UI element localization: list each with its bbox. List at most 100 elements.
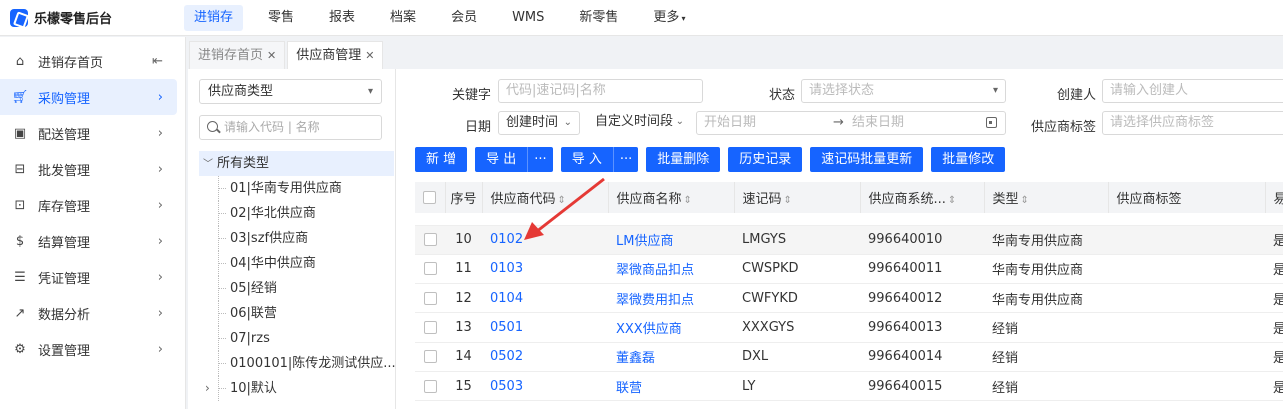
col-header-type[interactable]: 类型 ⇕ — [984, 182, 1109, 213]
sidebar-item-settings[interactable]: ⚙ 设置管理 › — [0, 331, 177, 367]
chevron-down-icon[interactable]: ﹀ — [203, 152, 217, 177]
col-header-name[interactable]: 供应商名称 ⇕ — [608, 182, 735, 213]
wholesale-icon: ⊟ — [14, 161, 26, 177]
sidebar-item-purchase[interactable]: 🛒︎ 采购管理 › — [0, 79, 177, 115]
cell-name-link[interactable]: 董鑫磊 — [616, 351, 655, 366]
sort-icon[interactable]: ⇕ — [948, 195, 956, 206]
select-all-checkbox[interactable] — [423, 191, 437, 204]
cell-code-link[interactable]: 0503 — [490, 379, 523, 394]
table-row[interactable]: 11 0103 翠微商品扣点 CWSPKD996640011华南专用供应商 是 — [415, 254, 1283, 285]
select-all-checkbox-cell[interactable] — [415, 182, 446, 213]
sort-icon[interactable]: ⇕ — [558, 195, 566, 206]
tree-node-default[interactable]: › 10|默认 — [205, 376, 396, 401]
row-checkbox-cell[interactable] — [415, 225, 445, 255]
sort-icon[interactable]: ⇕ — [1021, 195, 1029, 206]
tree-search-input[interactable]: 请输入代码 | 名称 — [199, 115, 382, 140]
nav-item-inventory[interactable]: 进销存 — [184, 4, 244, 31]
tree-node-all-types[interactable]: ﹀ 所有类型 — [199, 151, 394, 176]
row-checkbox[interactable] — [423, 379, 437, 393]
tree-node[interactable]: 06|联营 — [218, 301, 396, 326]
table-row[interactable]: 12 0104 翠微费用扣点 CWFYKD996640012华南专用供应商 是 — [415, 283, 1283, 314]
col-header-system-code[interactable]: 供应商系统... ⇕ — [860, 182, 985, 213]
sort-icon[interactable]: ⇕ — [684, 195, 692, 206]
tab-supplier-management[interactable]: 供应商管理 ✕ — [287, 41, 384, 69]
batch-edit-button[interactable]: 批量修改 — [931, 147, 1006, 172]
nav-item-more[interactable]: 更多 ▾ — [643, 5, 695, 31]
cell-code-link[interactable]: 0104 — [490, 291, 523, 306]
tab-inventory-home[interactable]: 进销存首页 ✕ — [189, 41, 286, 69]
chevron-right-icon[interactable]: › — [205, 376, 210, 401]
history-button[interactable]: 历史记录 — [728, 147, 803, 172]
tree-node[interactable]: 05|经销 — [218, 276, 396, 301]
status-select[interactable]: 请选择状态 ▾ — [801, 79, 1006, 103]
collapse-sidebar-icon[interactable]: ⇤ — [152, 54, 163, 69]
row-checkbox[interactable] — [423, 321, 437, 335]
cell-name-link[interactable]: 联营 — [616, 381, 642, 396]
import-button[interactable]: 导 入 — [560, 147, 613, 172]
close-icon[interactable]: ✕ — [267, 49, 276, 62]
import-more-button[interactable]: ··· — [612, 147, 639, 172]
table-row[interactable]: 10 0102 LM供应商 LMGYS996640010华南专用供应商 是 — [415, 225, 1283, 255]
sidebar-item-wholesale[interactable]: ⊟ 批发管理 › — [0, 151, 177, 187]
cell-name-link[interactable]: XXX供应商 — [616, 322, 682, 337]
sidebar-item-stock[interactable]: ⊡ 库存管理 › — [0, 187, 177, 223]
tree-node[interactable]: 04|华中供应商 — [218, 251, 396, 276]
sidebar-item-analytics[interactable]: ↗ 数据分析 › — [0, 295, 177, 331]
nav-item-retail[interactable]: 零售 — [258, 5, 304, 31]
sidebar-item-voucher[interactable]: ☰ 凭证管理 › — [0, 259, 177, 295]
row-checkbox-cell[interactable] — [415, 312, 445, 343]
sidebar-item-inventory-home[interactable]: ⌂ 进销存首页 ⇤ — [0, 43, 177, 79]
supplier-type-select[interactable]: 供应商类型 ▾ — [199, 79, 382, 104]
table-row[interactable]: 15 0503 联营 LY996640015经销 是 — [415, 371, 1283, 402]
supplier-tag-select[interactable]: 请选择供应商标签 — [1102, 111, 1283, 135]
export-more-button[interactable]: ··· — [527, 147, 553, 172]
creator-input[interactable]: 请输入创建人 — [1102, 79, 1283, 103]
row-checkbox[interactable] — [423, 262, 437, 276]
sidebar-item-delivery[interactable]: ▣ 配送管理 › — [0, 115, 177, 151]
cell-code-link[interactable]: 0501 — [490, 320, 523, 335]
app-logo[interactable]: 乐檬零售后台 — [0, 8, 170, 27]
date-range-select[interactable]: 自定义时间段 ⌄ — [588, 111, 691, 135]
col-header-code[interactable]: 供应商代码 ⇕ — [482, 182, 609, 213]
cell-code-link[interactable]: 0502 — [490, 349, 523, 364]
cell-code-link[interactable]: 0102 — [490, 232, 523, 247]
nav-item-members[interactable]: 会员 — [441, 5, 487, 31]
row-checkbox[interactable] — [423, 291, 437, 305]
tree-node[interactable]: 07|rzs — [218, 326, 396, 351]
cell-tag — [1108, 283, 1265, 314]
row-checkbox[interactable] — [423, 350, 437, 364]
cell-code-link[interactable]: 0103 — [490, 261, 523, 276]
nav-item-reports[interactable]: 报表 — [319, 5, 365, 31]
tree-node[interactable]: 02|华北供应商 — [218, 201, 396, 226]
sort-icon[interactable]: ⇕ — [784, 195, 792, 206]
row-checkbox-cell[interactable] — [415, 283, 445, 314]
batch-shortcode-update-button[interactable]: 速记码批量更新 — [810, 147, 924, 172]
row-checkbox-cell[interactable] — [415, 371, 445, 402]
creator-label: 创建人 — [1056, 88, 1096, 103]
col-header-shortcode[interactable]: 速记码 ⇕ — [734, 182, 861, 213]
date-type-select[interactable]: 创建时间 ⌄ — [498, 111, 580, 135]
status-label: 状态 — [768, 88, 795, 103]
date-range-picker[interactable]: 开始日期 → 结束日期 — [696, 111, 1006, 135]
close-icon[interactable]: ✕ — [365, 49, 374, 62]
export-button[interactable]: 导 出 — [475, 147, 528, 172]
row-checkbox-cell[interactable] — [415, 342, 445, 372]
new-button[interactable]: 新 增 — [415, 147, 468, 172]
cell-name-link[interactable]: LM供应商 — [616, 234, 673, 249]
tree-node[interactable]: 03|szf供应商 — [218, 226, 396, 251]
cell-name-link[interactable]: 翠微商品扣点 — [616, 263, 694, 278]
cell-name-link[interactable]: 翠微费用扣点 — [616, 293, 694, 308]
table-row[interactable]: 13 0501 XXX供应商 XXXGYS996640013经销 是 — [415, 312, 1283, 343]
row-checkbox-cell[interactable] — [415, 254, 445, 285]
batch-delete-button[interactable]: 批量删除 — [646, 147, 721, 172]
table-row[interactable]: 14 0502 董鑫磊 DXL996640014经销 是 — [415, 342, 1283, 372]
nav-item-archives[interactable]: 档案 — [380, 5, 426, 31]
keyword-input[interactable]: 代码|速记码|名称 — [498, 79, 703, 103]
tree-node[interactable]: 0100101|陈传龙测试供应... — [218, 351, 396, 376]
nav-item-new-retail[interactable]: 新零售 — [569, 5, 628, 31]
sidebar-item-settlement[interactable]: $ 结算管理 › — [0, 223, 177, 259]
nav-item-wms[interactable]: WMS — [502, 5, 554, 31]
cell-name: XXX供应商 — [608, 312, 734, 343]
row-checkbox[interactable] — [423, 233, 437, 247]
tree-node[interactable]: 01|华南专用供应商 — [218, 176, 396, 201]
